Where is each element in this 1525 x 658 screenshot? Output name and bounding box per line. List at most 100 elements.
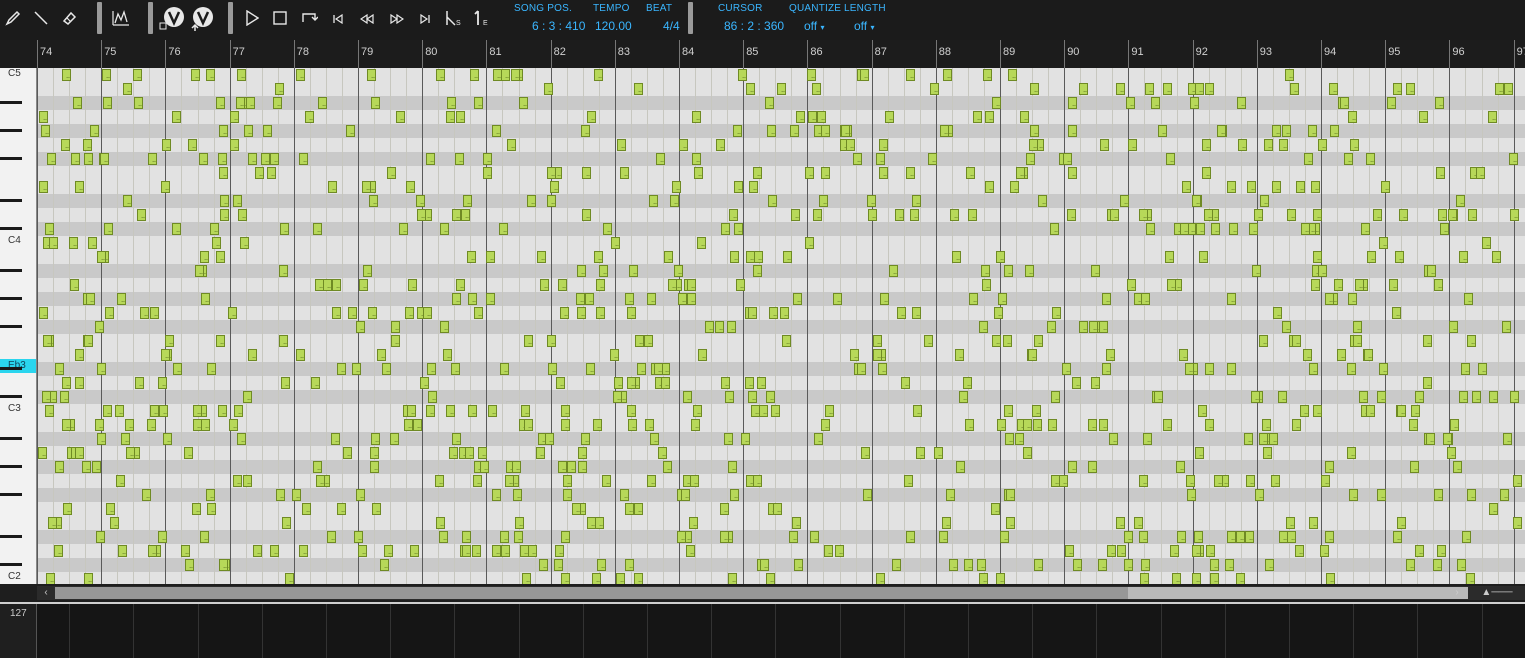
midi-note[interactable]: ..	[1476, 167, 1485, 179]
midi-note[interactable]: ..	[97, 251, 106, 263]
midi-note[interactable]: ..	[478, 447, 487, 459]
midi-note[interactable]: ..	[1029, 139, 1038, 151]
midi-note[interactable]: ..	[201, 419, 210, 431]
midi-note[interactable]: ..	[1427, 265, 1436, 277]
midi-note[interactable]: ..	[1278, 391, 1287, 403]
midi-note[interactable]: ..	[253, 545, 262, 557]
midi-note[interactable]: ..	[1006, 489, 1015, 501]
midi-note[interactable]: ..	[1110, 209, 1119, 221]
midi-note[interactable]: ..	[727, 321, 736, 333]
midi-note[interactable]: ..	[328, 181, 337, 193]
midi-note[interactable]: ..	[563, 475, 572, 487]
midi-note[interactable]: ..	[281, 377, 290, 389]
midi-note[interactable]: ..	[280, 223, 289, 235]
midi-note[interactable]: ..	[1325, 531, 1334, 543]
midi-note[interactable]: ..	[1141, 559, 1150, 571]
pitch-lane[interactable]	[37, 124, 1525, 138]
midi-note[interactable]: ..	[835, 545, 844, 557]
midi-note[interactable]: ..	[140, 307, 149, 319]
pitch-lane[interactable]	[37, 432, 1525, 446]
midi-note[interactable]: ..	[435, 475, 444, 487]
midi-note[interactable]: ..	[1313, 405, 1322, 417]
midi-note[interactable]: ..	[323, 279, 332, 291]
midi-note[interactable]: ..	[910, 209, 919, 221]
stop-icon[interactable]	[271, 9, 289, 27]
midi-note[interactable]: ..	[982, 279, 991, 291]
midi-note[interactable]: ..	[635, 335, 644, 347]
midi-note[interactable]: ..	[192, 503, 201, 515]
midi-note[interactable]: ..	[377, 349, 386, 361]
midi-note[interactable]: ..	[371, 433, 380, 445]
midi-note[interactable]: ..	[1140, 573, 1149, 584]
midi-note[interactable]: ..	[1272, 125, 1281, 137]
midi-note[interactable]: ..	[1347, 447, 1356, 459]
midi-note[interactable]: ..	[1177, 531, 1186, 543]
midi-note[interactable]: ..	[965, 419, 974, 431]
midi-note[interactable]: ..	[468, 405, 477, 417]
midi-note[interactable]: ..	[1292, 335, 1301, 347]
midi-note[interactable]: ..	[69, 237, 78, 249]
midi-note[interactable]: ..	[895, 209, 904, 221]
midi-note[interactable]: ..	[1313, 209, 1322, 221]
midi-note[interactable]: ..	[1502, 321, 1511, 333]
midi-note[interactable]: ..	[367, 69, 376, 81]
midi-note[interactable]: ..	[1050, 223, 1059, 235]
midi-note[interactable]: ..	[1003, 335, 1012, 347]
midi-note[interactable]: ..	[1179, 349, 1188, 361]
midi-note[interactable]: ..	[216, 97, 225, 109]
midi-note[interactable]: ..	[555, 545, 564, 557]
midi-note[interactable]: ..	[594, 251, 603, 263]
midi-note[interactable]: ..	[1440, 223, 1449, 235]
midi-note[interactable]: ..	[1154, 391, 1163, 403]
midi-note[interactable]: ..	[449, 447, 458, 459]
horizontal-scrollbar[interactable]: ‹ › ▲───	[37, 586, 1525, 600]
midi-note[interactable]: ..	[104, 223, 113, 235]
midi-note[interactable]: ..	[1410, 461, 1419, 473]
midi-note[interactable]: ..	[440, 321, 449, 333]
midi-note[interactable]: ..	[267, 167, 276, 179]
pitch-lane[interactable]	[37, 572, 1525, 584]
midi-note[interactable]: ..	[1282, 125, 1291, 137]
midi-note[interactable]: ..	[1099, 321, 1108, 333]
midi-note[interactable]: ..	[963, 377, 972, 389]
midi-note[interactable]: ..	[382, 363, 391, 375]
midi-note[interactable]: ..	[581, 125, 590, 137]
midi-note[interactable]: ..	[879, 139, 888, 151]
midi-note[interactable]: ..	[1186, 475, 1195, 487]
midi-note[interactable]: ..	[440, 223, 449, 235]
black-key[interactable]	[0, 101, 22, 104]
midi-note[interactable]: ..	[483, 167, 492, 179]
midi-note[interactable]: ..	[1227, 363, 1236, 375]
midi-note[interactable]: ..	[279, 335, 288, 347]
midi-note[interactable]: ..	[408, 279, 417, 291]
black-key[interactable]	[0, 437, 22, 440]
midi-note[interactable]: ..	[943, 69, 952, 81]
midi-note[interactable]: ..	[527, 195, 536, 207]
midi-note[interactable]: ..	[679, 139, 688, 151]
midi-note[interactable]: ..	[1406, 83, 1415, 95]
midi-note[interactable]: ..	[1062, 363, 1071, 375]
midi-note[interactable]: ..	[578, 447, 587, 459]
black-key[interactable]	[0, 465, 22, 468]
midi-note[interactable]: ..	[173, 363, 182, 375]
midi-note[interactable]: ..	[238, 209, 247, 221]
midi-note[interactable]: ..	[879, 167, 888, 179]
midi-note[interactable]: ..	[610, 349, 619, 361]
midi-note[interactable]: ..	[693, 405, 702, 417]
midi-note[interactable]: ..	[216, 335, 225, 347]
midi-note[interactable]: ..	[751, 405, 760, 417]
midi-note[interactable]: ..	[813, 209, 822, 221]
step-length-icon[interactable]: E	[472, 8, 492, 28]
midi-note[interactable]: ..	[1290, 83, 1299, 95]
midi-note[interactable]: ..	[791, 209, 800, 221]
midi-note[interactable]: ..	[1434, 489, 1443, 501]
black-key[interactable]	[0, 493, 22, 496]
midi-note[interactable]: ..	[452, 293, 461, 305]
midi-note[interactable]: ..	[1387, 97, 1396, 109]
midi-note[interactable]: ..	[728, 461, 737, 473]
pitch-lane[interactable]	[37, 558, 1525, 572]
midi-note[interactable]: ..	[637, 363, 646, 375]
midi-note[interactable]: ..	[1120, 195, 1129, 207]
midi-note[interactable]: ..	[218, 153, 227, 165]
midi-note[interactable]: ..	[1202, 139, 1211, 151]
